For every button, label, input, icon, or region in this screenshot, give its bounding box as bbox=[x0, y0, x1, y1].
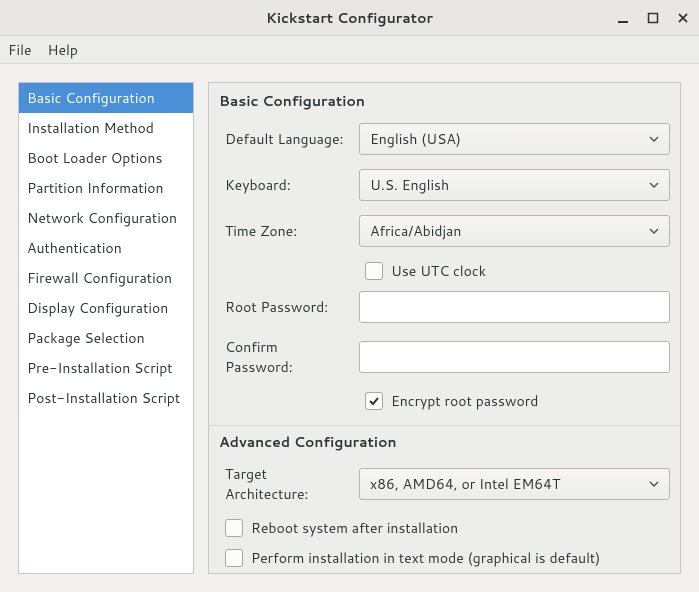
row-timezone: Time Zone: Africa/Abidjan bbox=[219, 215, 670, 247]
reboot-label: Reboot system after installation bbox=[251, 518, 458, 538]
advanced-config-title: Advanced Configuration bbox=[219, 432, 670, 452]
basic-config-group: Basic Configuration Default Language: En… bbox=[209, 85, 680, 426]
default-language-combo[interactable]: English (USA) bbox=[359, 123, 670, 155]
chevron-down-icon bbox=[649, 136, 659, 142]
keyboard-value: U.S. English bbox=[370, 175, 449, 195]
advanced-config-group: Advanced Configuration Target Architectu… bbox=[209, 426, 680, 582]
sidebar-item-basic-configuration[interactable]: Basic Configuration bbox=[19, 83, 193, 113]
sidebar-item-authentication[interactable]: Authentication bbox=[19, 233, 193, 263]
row-text-mode: Perform installation in text mode (graph… bbox=[219, 548, 670, 568]
target-arch-label: Target Architecture: bbox=[219, 464, 349, 504]
row-default-language: Default Language: English (USA) bbox=[219, 123, 670, 155]
chevron-down-icon bbox=[649, 228, 659, 234]
sidebar: Basic Configuration Installation Method … bbox=[18, 82, 194, 574]
menu-help[interactable]: Help bbox=[48, 40, 78, 60]
text-mode-label: Perform installation in text mode (graph… bbox=[251, 548, 600, 568]
main-panel: Basic Configuration Default Language: En… bbox=[208, 82, 681, 574]
content: Basic Configuration Installation Method … bbox=[0, 64, 699, 592]
confirm-password-label: Confirm Password: bbox=[219, 337, 349, 377]
row-target-arch: Target Architecture: x86, AMD64, or Inte… bbox=[219, 464, 670, 504]
keyboard-label: Keyboard: bbox=[219, 175, 349, 195]
default-language-label: Default Language: bbox=[219, 129, 349, 149]
menu-file[interactable]: File bbox=[8, 40, 32, 60]
timezone-value: Africa/Abidjan bbox=[370, 221, 461, 241]
sidebar-item-partition-information[interactable]: Partition Information bbox=[19, 173, 193, 203]
keyboard-combo[interactable]: U.S. English bbox=[359, 169, 670, 201]
reboot-checkbox[interactable] bbox=[225, 519, 243, 537]
sidebar-item-installation-method[interactable]: Installation Method bbox=[19, 113, 193, 143]
default-language-value: English (USA) bbox=[370, 129, 461, 149]
row-root-password: Root Password: bbox=[219, 291, 670, 323]
encrypt-root-label: Encrypt root password bbox=[391, 391, 538, 411]
sidebar-item-boot-loader-options[interactable]: Boot Loader Options bbox=[19, 143, 193, 173]
text-mode-checkbox[interactable] bbox=[225, 549, 243, 567]
root-password-label: Root Password: bbox=[219, 297, 349, 317]
maximize-icon[interactable] bbox=[645, 10, 661, 26]
timezone-combo[interactable]: Africa/Abidjan bbox=[359, 215, 670, 247]
chevron-down-icon bbox=[649, 182, 659, 188]
use-utc-checkbox[interactable] bbox=[365, 262, 383, 280]
sidebar-item-firewall-configuration[interactable]: Firewall Configuration bbox=[19, 263, 193, 293]
basic-config-title: Basic Configuration bbox=[219, 91, 670, 111]
encrypt-root-checkbox[interactable] bbox=[365, 392, 383, 410]
target-arch-combo[interactable]: x86, AMD64, or Intel EM64T bbox=[359, 468, 670, 500]
close-icon[interactable] bbox=[675, 10, 691, 26]
minimize-icon[interactable] bbox=[615, 10, 631, 26]
root-password-input[interactable] bbox=[359, 291, 670, 323]
row-encrypt-root: Encrypt root password bbox=[219, 391, 670, 411]
menubar: File Help bbox=[0, 36, 699, 64]
window-title: Kickstart Configurator bbox=[266, 8, 433, 28]
use-utc-label: Use UTC clock bbox=[391, 261, 486, 281]
titlebar-controls bbox=[615, 0, 691, 35]
row-confirm-password: Confirm Password: bbox=[219, 337, 670, 377]
titlebar: Kickstart Configurator bbox=[0, 0, 699, 36]
chevron-down-icon bbox=[649, 481, 659, 487]
sidebar-item-display-configuration[interactable]: Display Configuration bbox=[19, 293, 193, 323]
sidebar-item-package-selection[interactable]: Package Selection bbox=[19, 323, 193, 353]
sidebar-item-pre-installation-script[interactable]: Pre-Installation Script bbox=[19, 353, 193, 383]
sidebar-item-network-configuration[interactable]: Network Configuration bbox=[19, 203, 193, 233]
timezone-label: Time Zone: bbox=[219, 221, 349, 241]
row-keyboard: Keyboard: U.S. English bbox=[219, 169, 670, 201]
sidebar-item-post-installation-script[interactable]: Post-Installation Script bbox=[19, 383, 193, 413]
target-arch-value: x86, AMD64, or Intel EM64T bbox=[370, 474, 560, 494]
confirm-password-input[interactable] bbox=[359, 341, 670, 373]
row-reboot: Reboot system after installation bbox=[219, 518, 670, 538]
row-use-utc: Use UTC clock bbox=[219, 261, 670, 281]
